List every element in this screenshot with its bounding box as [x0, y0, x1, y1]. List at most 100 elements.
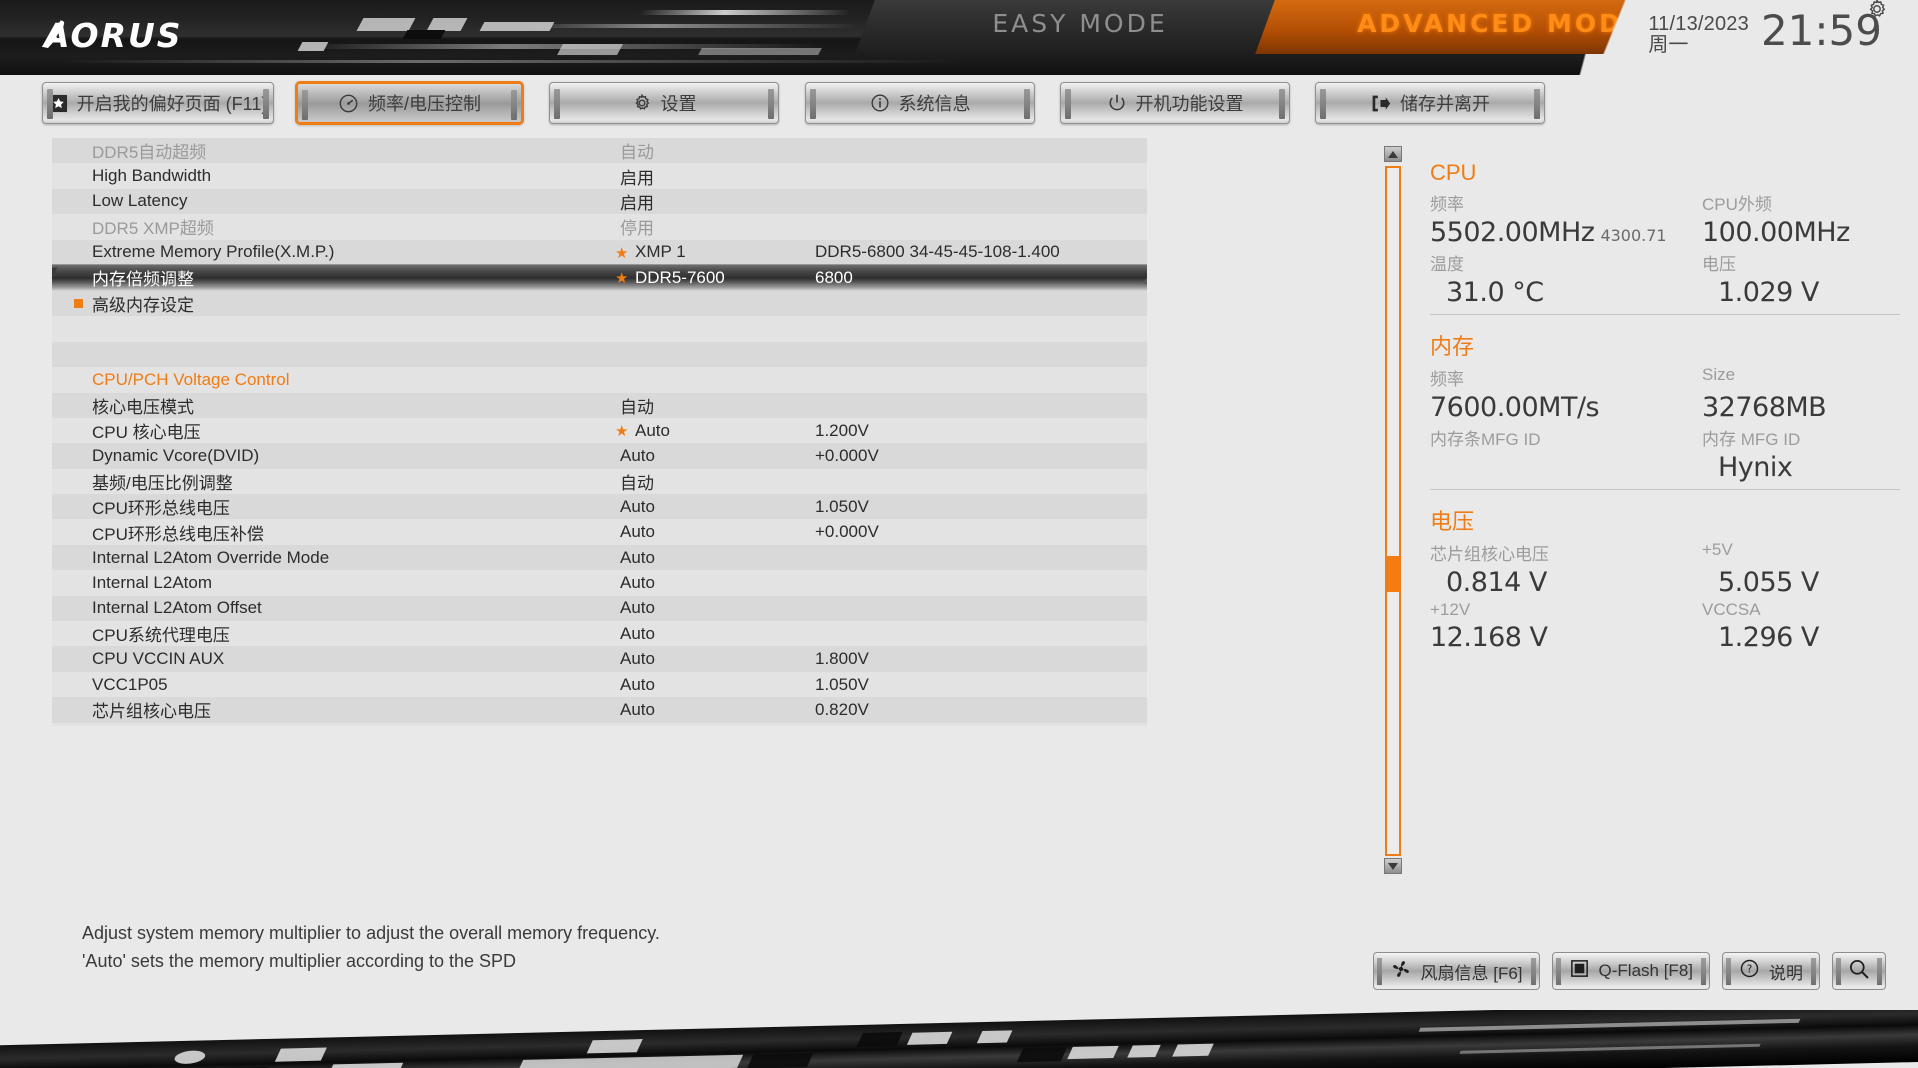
setting-name: VCC1P05: [92, 674, 168, 694]
question-icon: ?: [1739, 958, 1760, 984]
setting-value[interactable]: 启用: [620, 189, 654, 214]
clock-time: 21:59: [1760, 6, 1882, 55]
setting-value[interactable]: Auto: [620, 624, 655, 644]
setting-value[interactable]: Auto: [620, 598, 655, 618]
setting-value[interactable]: Auto: [620, 522, 655, 542]
settings-row[interactable]: Low Latency 启用: [52, 188, 1147, 215]
setting-value[interactable]: Auto: [620, 497, 655, 517]
setting-value[interactable]: 自动: [620, 393, 654, 418]
setting-value[interactable]: 自动: [620, 138, 654, 163]
setting-value[interactable]: Auto: [620, 700, 655, 720]
arrow-up-icon: [1388, 150, 1398, 158]
setting-value[interactable]: DDR5-7600: [635, 268, 725, 288]
setting-value[interactable]: XMP 1: [635, 242, 686, 262]
setting-name: 核心电压模式: [92, 397, 194, 417]
monitor-value: 5502.00MHz 4300.71: [1430, 217, 1667, 248]
setting-extra: +0.000V: [815, 522, 879, 542]
settings-gear-button[interactable]: [1866, 0, 1888, 25]
settings-row[interactable]: VCC1P05 Auto 1.050V: [52, 671, 1147, 698]
settings-list[interactable]: DDR5自动超频 自动 High Bandwidth 启用 Low Latency 启用 D…: [52, 138, 1147, 726]
nav-tab-frequency-voltage[interactable]: 频率/电压控制: [296, 82, 523, 124]
setting-extra: 1.200V: [815, 420, 869, 440]
settings-row[interactable]: CPU环形总线电压 Auto 1.050V: [52, 494, 1147, 520]
nav-tab-save-exit[interactable]: 储存并离开: [1315, 82, 1545, 124]
gear-icon: [1869, 0, 1886, 17]
setting-name: V1P8 CPU: [92, 725, 174, 726]
monitor-label: VCCSA: [1702, 600, 1761, 619]
nav-tab-settings[interactable]: 设置: [549, 82, 779, 124]
settings-row[interactable]: DDR5 XMP超频 停用: [52, 214, 1147, 240]
setting-value[interactable]: 启用: [620, 164, 654, 189]
settings-row[interactable]: 芯片组核心电压 Auto 0.820V: [52, 697, 1147, 723]
settings-submenu-row[interactable]: 高级内存设定: [52, 290, 1147, 317]
scroll-up-button[interactable]: [1384, 146, 1402, 162]
hardware-monitor-panel: CPU 频率 CPU外频 5502.00MHz 4300.71 100.00MHz 温度 电压…: [1430, 160, 1900, 860]
setting-name: DDR5自动超频: [92, 143, 207, 163]
settings-row[interactable]: Extreme Memory Profile(X.M.P.) ★ XMP 1 DDR5…: [52, 239, 1147, 265]
settings-row[interactable]: 核心电压模式 自动: [52, 392, 1147, 418]
setting-extra: 6800: [815, 267, 853, 287]
settings-row[interactable]: Internal L2Atom Override Mode Auto: [52, 544, 1147, 571]
favorite-star-icon[interactable]: ★: [615, 244, 628, 262]
monitor-label: +12V: [1430, 600, 1471, 619]
monitor-section-title: CPU: [1430, 160, 1477, 185]
scrollbar-thumb[interactable]: [1387, 556, 1399, 592]
settings-row[interactable]: CPU VCCIN AUX Auto 1.800V: [52, 646, 1147, 672]
search-icon: [1847, 957, 1871, 986]
nav-tab-system-info[interactable]: 系统信息: [805, 82, 1035, 124]
monitor-label: CPU外频: [1702, 195, 1772, 214]
monitor-value: [1430, 452, 1702, 483]
setting-extra: DDR5-6800 34-45-45-108-1.400: [815, 242, 1060, 262]
settings-row[interactable]: 基频/电压比例调整 自动: [52, 468, 1147, 495]
settings-row-selected[interactable]: 内存倍频调整 ★ DDR5-7600 6800: [52, 264, 1147, 291]
help-label: 说明: [1769, 963, 1803, 983]
setting-name: High Bandwidth: [92, 166, 212, 186]
monitor-value: 31.0 °C: [1446, 277, 1544, 308]
monitor-section: 内存 频率 Size 7600.00MT/s 32768MB 内存条MFG ID 内存 MF…: [1430, 314, 1900, 483]
favorite-star-icon[interactable]: ★: [615, 422, 628, 440]
fan-info-button[interactable]: 风扇信息 [F6]: [1372, 952, 1540, 990]
fan-info-label: 风扇信息 [F6]: [1420, 963, 1523, 983]
setting-value[interactable]: 停用: [620, 214, 654, 239]
monitor-value: 1.029 V: [1718, 277, 1819, 308]
setting-value[interactable]: Auto: [620, 573, 655, 593]
monitor-section-title: 内存: [1430, 334, 1475, 359]
monitor-value: 7600.00MT/s: [1430, 392, 1600, 423]
setting-value[interactable]: Auto: [635, 421, 670, 441]
settings-section-header: CPU/PCH Voltage Control: [52, 367, 1147, 393]
star-box-icon: [49, 94, 68, 113]
setting-value[interactable]: 自动: [620, 469, 654, 494]
clock-date-block: 11/13/2023 周一: [1648, 10, 1749, 56]
scroll-down-button[interactable]: [1384, 858, 1402, 874]
setting-extra: 1.800V: [815, 725, 869, 726]
setting-value[interactable]: Auto: [620, 548, 655, 568]
qflash-button[interactable]: Q-Flash [F8]: [1551, 952, 1710, 990]
settings-row[interactable]: CPU环形总线电压补偿 Auto +0.000V: [52, 519, 1147, 545]
easy-mode-label: EASY MODE: [992, 9, 1168, 38]
setting-value[interactable]: Auto: [620, 725, 655, 726]
setting-name: CPU系统代理电压: [92, 626, 230, 646]
settings-row[interactable]: DDR5自动超频 自动: [52, 138, 1147, 164]
help-button[interactable]: ? 说明: [1722, 952, 1820, 990]
setting-value[interactable]: Auto: [620, 446, 655, 466]
settings-row[interactable]: Internal L2Atom Auto: [52, 570, 1147, 596]
header-bar: EASY MODE ADVANCED MODE AORUS: [0, 0, 1918, 75]
monitor-label: 内存条MFG ID: [1430, 430, 1541, 449]
nav-tab-boot-settings[interactable]: 开机功能设置: [1060, 82, 1290, 124]
nav-tab-label: 开启我的偏好页面 (F11): [76, 94, 268, 114]
settings-row[interactable]: CPU系统代理电压 Auto: [52, 621, 1147, 647]
monitor-value: 1.296 V: [1718, 622, 1819, 653]
setting-value[interactable]: Auto: [620, 649, 655, 669]
settings-row[interactable]: Dynamic Vcore(DVID) Auto +0.000V: [52, 443, 1147, 469]
settings-row[interactable]: Internal L2Atom Offset Auto: [52, 595, 1147, 622]
main-nav: 开启我的偏好页面 (F11) 频率/电压控制 设置 系统信息 开机功能设置 储存…: [0, 82, 1918, 134]
settings-row[interactable]: High Bandwidth 启用: [52, 163, 1147, 189]
search-button[interactable]: [1832, 952, 1886, 990]
nav-tab-favorites[interactable]: 开启我的偏好页面 (F11): [42, 82, 274, 124]
settings-row[interactable]: CPU 核心电压 ★ Auto 1.200V: [52, 417, 1147, 444]
list-scrollbar[interactable]: [1385, 166, 1401, 856]
fan-icon: [1390, 958, 1412, 985]
settings-row[interactable]: V1P8 CPU Auto 1.800V: [52, 722, 1147, 726]
setting-value[interactable]: Auto: [620, 675, 655, 695]
favorite-star-icon[interactable]: ★: [615, 269, 628, 287]
